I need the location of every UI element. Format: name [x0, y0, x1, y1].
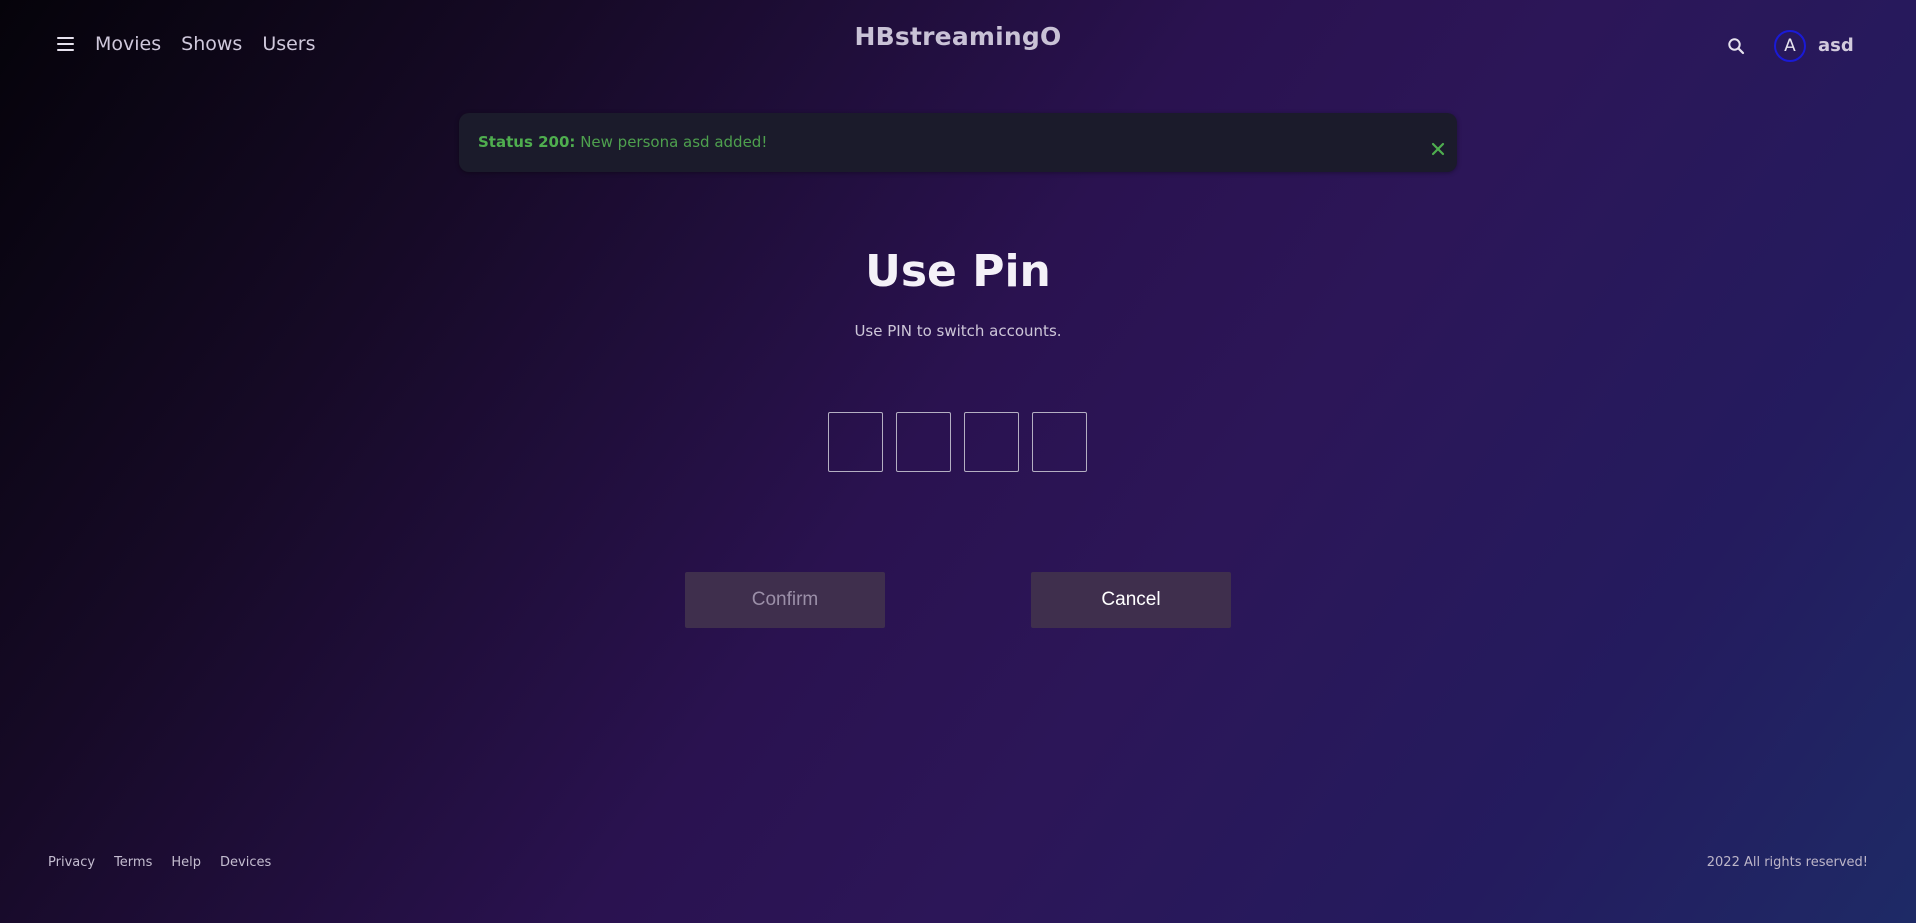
- alert-status-label: Status 200:: [478, 133, 576, 151]
- copyright-text: 2022 All rights reserved!: [1706, 855, 1868, 870]
- alert-message: New persona asd added!: [580, 133, 768, 151]
- page-title: Use Pin: [865, 246, 1051, 297]
- page-subtitle: Use PIN to switch accounts.: [854, 322, 1062, 340]
- close-icon[interactable]: [1431, 122, 1445, 156]
- user-avatar[interactable]: A: [1774, 30, 1806, 62]
- username-label[interactable]: asd: [1818, 35, 1854, 56]
- footer-link-terms[interactable]: Terms: [114, 855, 152, 870]
- pin-digit-2-input[interactable]: [896, 412, 951, 472]
- status-alert: Status 200: New persona asd added!: [459, 113, 1457, 172]
- footer-link-devices[interactable]: Devices: [220, 855, 271, 870]
- footer-links: Privacy Terms Help Devices: [48, 855, 271, 870]
- footer-link-help[interactable]: Help: [171, 855, 201, 870]
- search-icon[interactable]: [1727, 37, 1745, 55]
- confirm-button[interactable]: Confirm: [685, 572, 885, 628]
- pin-digit-1-input[interactable]: [828, 412, 883, 472]
- brand-logo-text[interactable]: HBstreamingO: [0, 22, 1916, 51]
- footer-link-privacy[interactable]: Privacy: [48, 855, 95, 870]
- pin-input-group: [828, 412, 1087, 472]
- cancel-button[interactable]: Cancel: [1031, 572, 1231, 628]
- pin-digit-3-input[interactable]: [964, 412, 1019, 472]
- top-navigation-bar: Movies Shows Users HBstreamingO A asd: [0, 0, 1916, 92]
- pin-digit-4-input[interactable]: [1032, 412, 1087, 472]
